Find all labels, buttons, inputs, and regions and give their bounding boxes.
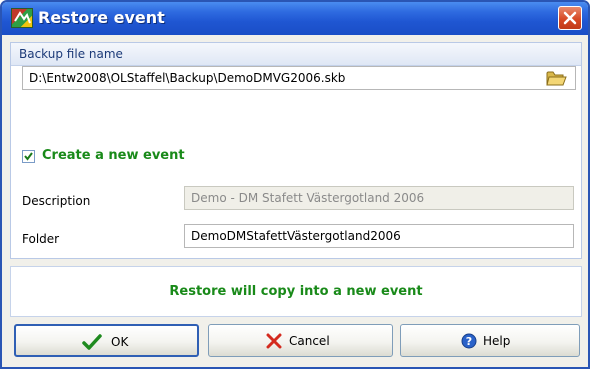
cancel-button[interactable]: Cancel	[208, 324, 393, 357]
app-icon	[11, 8, 33, 28]
backup-path-field[interactable]: D:\Entw2008\OLStaffel\Backup\DemoDMVG200…	[22, 66, 576, 90]
title-bar: Restore event	[2, 2, 588, 35]
help-icon: ?	[461, 333, 477, 349]
backup-panel-header: Backup file name	[11, 43, 581, 66]
checkmark-icon	[82, 334, 102, 350]
backup-file-name-label: Backup file name	[19, 47, 123, 61]
folder-value: DemoDMStafettVästergotland2006	[191, 229, 401, 243]
folder-open-icon	[546, 71, 567, 86]
ok-button-label: OK	[111, 335, 129, 349]
checkmark-icon	[24, 152, 33, 161]
folder-label: Folder	[22, 232, 60, 246]
window-title: Restore event	[38, 8, 165, 27]
restore-event-dialog: Restore event Backup file name D:\Entw20…	[0, 0, 590, 369]
create-new-event-checkbox[interactable]	[22, 150, 35, 163]
description-field: Demo - DM Stafett Västergotland 2006	[184, 186, 574, 210]
svg-text:?: ?	[466, 335, 472, 348]
help-button-label: Help	[483, 334, 511, 348]
description-label: Description	[22, 194, 91, 208]
backup-path-value: D:\Entw2008\OLStaffel\Backup\DemoDMVG200…	[29, 71, 346, 85]
cancel-x-icon	[266, 333, 282, 349]
folder-field[interactable]: DemoDMStafettVästergotland2006	[184, 224, 574, 248]
cancel-button-label: Cancel	[289, 334, 330, 348]
info-message: Restore will copy into a new event	[169, 284, 423, 299]
help-button[interactable]: ? Help	[400, 324, 580, 357]
browse-folder-button[interactable]	[546, 68, 568, 88]
info-panel: Restore will copy into a new event	[10, 266, 582, 317]
ok-button[interactable]: OK	[14, 324, 199, 357]
close-button[interactable]	[558, 6, 582, 30]
close-icon	[563, 11, 577, 25]
description-value: Demo - DM Stafett Västergotland 2006	[191, 191, 425, 205]
create-new-event-label: Create a new event	[42, 148, 185, 163]
